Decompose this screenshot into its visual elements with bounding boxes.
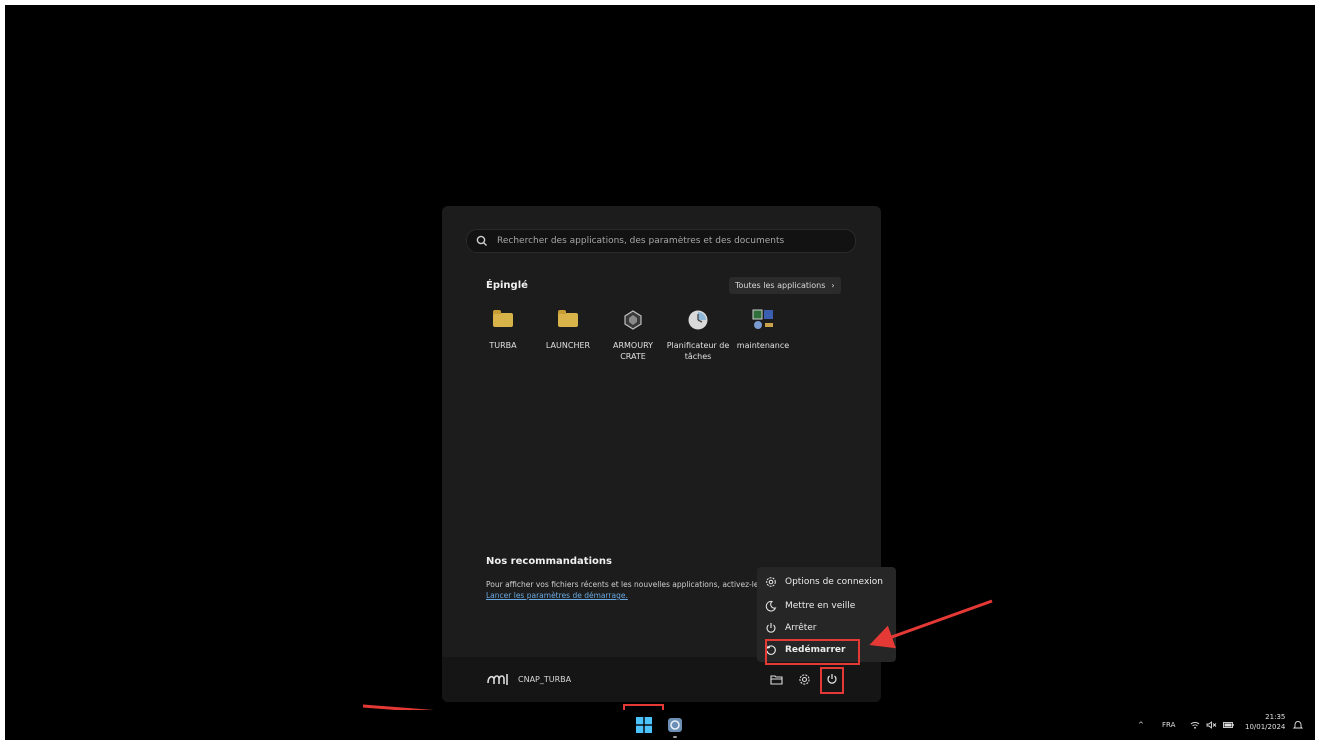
- wifi-icon: [1190, 722, 1200, 729]
- start-button[interactable]: [636, 717, 652, 733]
- chevron-up-icon[interactable]: ^: [1138, 710, 1144, 740]
- desktop-screen: Épinglé Toutes les applications › TURBA …: [5, 5, 1315, 740]
- arrow-to-restart: [869, 599, 993, 649]
- taskbar: ^ FRA: [5, 710, 1315, 740]
- taskbar-app-button[interactable]: [667, 717, 683, 738]
- windows-logo-icon: [636, 717, 652, 733]
- notification-bell-icon[interactable]: [1293, 710, 1303, 740]
- taskbar-clock[interactable]: 21:35 10/01/2024: [1245, 712, 1285, 732]
- running-indicator: [673, 736, 677, 738]
- system-tray-icons[interactable]: [1190, 710, 1234, 740]
- language-indicator[interactable]: FRA: [1162, 710, 1175, 740]
- app-icon: [668, 718, 682, 732]
- clock-time: 21:35: [1265, 713, 1286, 721]
- clock-date: 10/01/2024: [1245, 723, 1286, 731]
- annotation-arrows: [362, 599, 993, 736]
- battery-icon: [1223, 722, 1234, 728]
- volume-muted-icon: [1206, 721, 1217, 729]
